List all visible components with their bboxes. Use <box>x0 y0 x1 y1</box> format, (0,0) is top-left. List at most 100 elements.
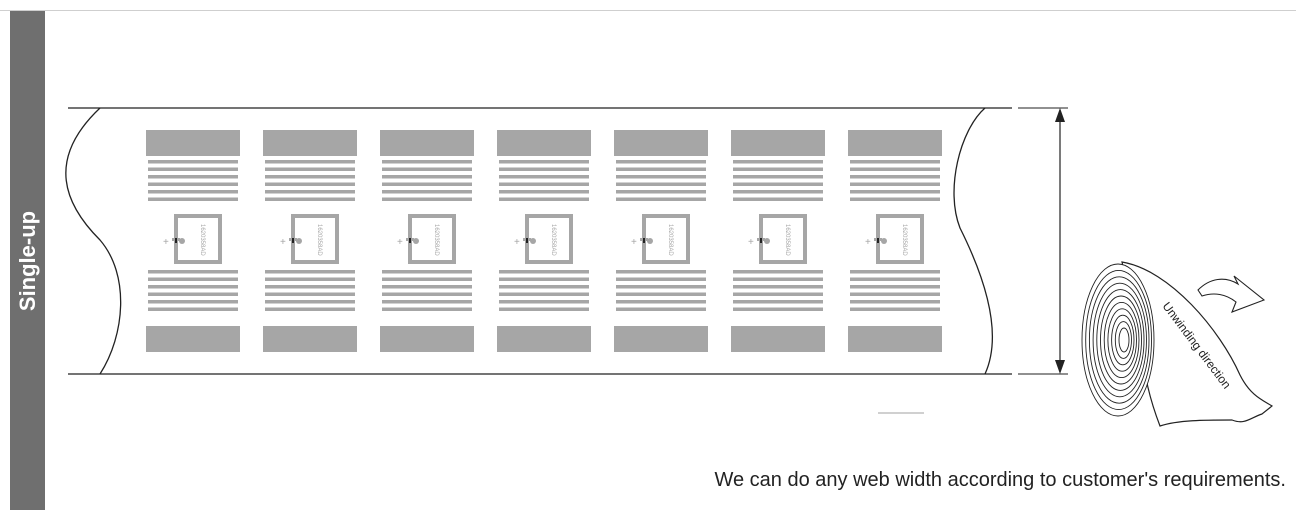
chip-dot <box>413 238 419 244</box>
chip-die <box>760 238 762 243</box>
chip-marker: + <box>748 237 754 248</box>
antenna-trace <box>850 300 940 304</box>
antenna-trace <box>850 277 940 281</box>
rfid-label-unit: +1620358AD <box>380 130 474 352</box>
antenna-trace <box>850 160 940 164</box>
antenna-trace <box>733 160 823 164</box>
antenna-trace <box>850 270 940 274</box>
antenna-trace <box>499 285 589 289</box>
antenna-trace <box>382 190 472 194</box>
rfid-label-unit: +1620358AD <box>263 130 357 352</box>
antenna-trace <box>382 160 472 164</box>
antenna-trace <box>616 182 706 186</box>
antenna-trace <box>265 270 355 274</box>
antenna-trace <box>499 300 589 304</box>
chip-die <box>409 238 411 243</box>
chip-dot <box>530 238 536 244</box>
antenna-trace <box>148 182 238 186</box>
chip-code: 1620358AD <box>667 224 673 256</box>
antenna-trace <box>733 190 823 194</box>
antenna-bottom-pad <box>848 326 942 352</box>
rfid-label-unit: +1620358AD <box>848 130 942 352</box>
chip-die <box>292 238 294 243</box>
antenna-trace <box>382 292 472 296</box>
antenna-trace <box>499 167 589 171</box>
antenna-trace <box>382 167 472 171</box>
chip-marker: + <box>631 237 637 248</box>
chip-code: 1620358AD <box>316 224 322 256</box>
antenna-top-pad <box>614 130 708 156</box>
rfid-label-unit: +1620358AD <box>146 130 240 352</box>
chip-marker: + <box>397 237 403 248</box>
chip-dot <box>647 238 653 244</box>
antenna-trace <box>850 182 940 186</box>
antenna-trace <box>733 175 823 179</box>
antenna-trace <box>733 307 823 311</box>
antenna-trace <box>850 175 940 179</box>
chip-die <box>643 238 645 243</box>
antenna-trace <box>616 277 706 281</box>
antenna-trace <box>382 307 472 311</box>
chip-dot <box>296 238 302 244</box>
antenna-trace <box>265 190 355 194</box>
chip-marker: + <box>514 237 520 248</box>
web-left-cut <box>65 107 122 375</box>
antenna-trace <box>382 285 472 289</box>
antenna-trace <box>148 277 238 281</box>
antenna-trace <box>148 160 238 164</box>
chip-marker: + <box>865 237 871 248</box>
antenna-trace <box>148 285 238 289</box>
antenna-trace <box>499 175 589 179</box>
roll-illustration: Unwinding direction <box>1081 261 1274 427</box>
antenna-trace <box>850 285 940 289</box>
antenna-top-pad <box>263 130 357 156</box>
antenna-trace <box>733 182 823 186</box>
rfid-labels: +1620358AD +1620358AD +1620358AD +1620358AD… <box>146 130 942 352</box>
antenna-trace <box>499 307 589 311</box>
antenna-trace <box>850 292 940 296</box>
antenna-top-pad <box>731 130 825 156</box>
antenna-trace <box>382 277 472 281</box>
antenna-trace <box>265 197 355 201</box>
antenna-trace <box>148 300 238 304</box>
antenna-trace <box>850 190 940 194</box>
chip-code: 1620358AD <box>433 224 439 256</box>
antenna-trace <box>382 300 472 304</box>
antenna-trace <box>499 197 589 201</box>
footnote: We can do any web width according to cus… <box>714 469 1286 491</box>
antenna-trace <box>382 270 472 274</box>
antenna-trace <box>148 307 238 311</box>
antenna-trace <box>382 175 472 179</box>
antenna-trace <box>148 270 238 274</box>
chip-dot <box>179 238 185 244</box>
antenna-trace <box>499 160 589 164</box>
antenna-trace <box>733 277 823 281</box>
chip-code: 1620358AD <box>901 224 907 256</box>
antenna-trace <box>148 175 238 179</box>
antenna-trace <box>616 197 706 201</box>
antenna-trace <box>616 190 706 194</box>
antenna-trace <box>265 167 355 171</box>
antenna-trace <box>382 197 472 201</box>
antenna-trace <box>616 307 706 311</box>
antenna-trace <box>616 285 706 289</box>
antenna-bottom-pad <box>614 326 708 352</box>
antenna-trace <box>733 292 823 296</box>
antenna-trace <box>265 277 355 281</box>
antenna-trace <box>265 175 355 179</box>
roll-rings <box>1081 263 1155 417</box>
chip-die <box>877 238 879 243</box>
antenna-trace <box>148 197 238 201</box>
antenna-trace <box>265 300 355 304</box>
chip-code: 1620358AD <box>550 224 556 256</box>
unwind-arrow <box>1197 275 1266 313</box>
antenna-trace <box>148 292 238 296</box>
antenna-top-pad <box>146 130 240 156</box>
chip-marker: + <box>163 237 169 248</box>
antenna-trace <box>616 300 706 304</box>
antenna-top-pad <box>380 130 474 156</box>
antenna-trace <box>499 292 589 296</box>
antenna-trace <box>616 270 706 274</box>
antenna-trace <box>499 277 589 281</box>
rfid-label-unit: +1620358AD <box>731 130 825 352</box>
